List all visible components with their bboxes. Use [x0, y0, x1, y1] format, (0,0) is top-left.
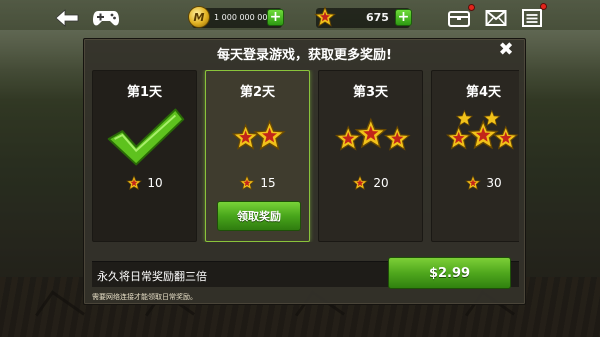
- chest-button[interactable]: [446, 4, 475, 30]
- daily-reward-dialog: 每天登录游戏，获取更多奖励! ✖ 第1天 10 第2天 15 领取奖励 第3天 …: [83, 38, 526, 305]
- star-icon: [352, 175, 369, 191]
- day-card-4: 第4天 30: [431, 70, 519, 242]
- day-label: 第2天: [239, 85, 276, 100]
- money-counter: M 1 000 000 000 +: [188, 6, 284, 28]
- day-reward: 15: [206, 175, 309, 191]
- add-stars-button[interactable]: +: [395, 9, 412, 26]
- close-button[interactable]: ✖: [497, 41, 515, 59]
- network-note: 需要网络连接才能领取日常奖励。: [92, 293, 197, 301]
- day-reward: 30: [432, 175, 519, 191]
- checkmark-icon: [107, 108, 185, 166]
- menu-icon: [522, 9, 542, 27]
- day-label: 第4天: [465, 85, 502, 100]
- mail-icon: [485, 10, 507, 26]
- buy-offer-button[interactable]: $2.99: [388, 257, 511, 289]
- reward-days: 第1天 10 第2天 15 领取奖励 第3天 20 第4天 30: [92, 70, 519, 242]
- star-icon: [239, 175, 256, 191]
- day-reward: 10: [93, 175, 196, 191]
- day-label: 第3天: [352, 85, 389, 100]
- money-coin-icon: M: [188, 6, 210, 28]
- add-money-button[interactable]: +: [267, 9, 284, 26]
- stars-reward-icon: [231, 119, 286, 151]
- notification-dot: [468, 4, 475, 11]
- top-bar: M 1 000 000 000 + 675 +: [0, 0, 600, 36]
- gamepad-icon: [93, 11, 119, 26]
- offer-text: 永久将日常奖励翻三倍: [97, 270, 207, 283]
- notification-dot: [540, 3, 547, 10]
- stars-reward-icon: [445, 109, 519, 150]
- star-icon: [314, 6, 336, 27]
- day-reward: 20: [319, 175, 422, 191]
- reward-amount: 10: [147, 176, 163, 190]
- star-icon: [126, 175, 143, 191]
- back-button[interactable]: [54, 6, 80, 30]
- gamepad-button[interactable]: [92, 6, 120, 30]
- menu-button[interactable]: [521, 3, 547, 30]
- stars-counter: 675 +: [314, 6, 412, 28]
- day-card-1: 第1天 10: [92, 70, 197, 242]
- day-card-3: 第3天 20: [318, 70, 423, 242]
- back-arrow-icon: [55, 9, 79, 27]
- reward-amount: 30: [486, 176, 502, 190]
- star-icon: [465, 175, 482, 191]
- reward-amount: 20: [373, 176, 389, 190]
- dialog-title: 每天登录游戏，获取更多奖励!: [217, 48, 392, 63]
- day-card-2: 第2天 15 领取奖励: [205, 70, 310, 242]
- stars-value: 675: [366, 11, 389, 24]
- chest-icon: [448, 11, 470, 27]
- claim-reward-button[interactable]: 领取奖励: [217, 201, 301, 231]
- stars-reward-icon: [334, 117, 411, 151]
- mail-button[interactable]: [484, 6, 508, 30]
- day-label: 第1天: [126, 85, 163, 100]
- money-value: 1 000 000 000: [214, 13, 273, 22]
- reward-amount: 15: [260, 176, 276, 190]
